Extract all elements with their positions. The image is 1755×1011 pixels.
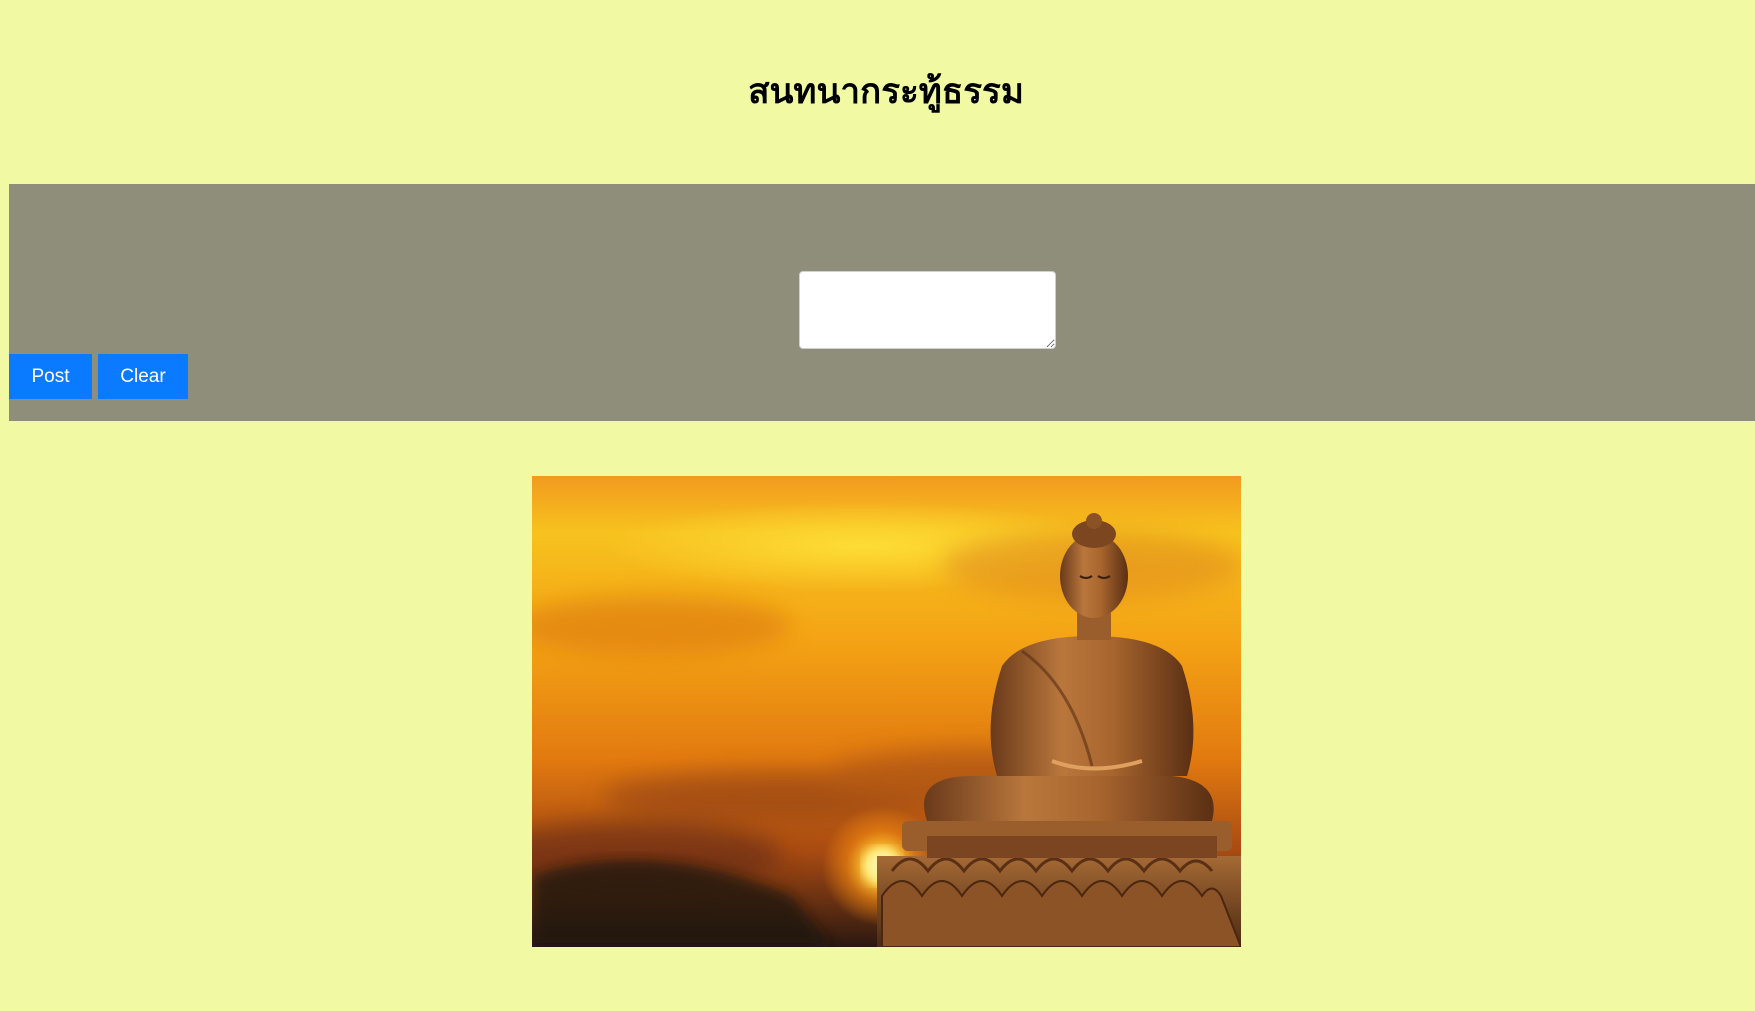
clear-button[interactable]: Clear [98,354,188,399]
post-composer-panel: Post Clear [9,184,1755,421]
message-textarea[interactable] [799,271,1056,349]
page-title: สนทนากระทู้ธรรม [748,72,1024,112]
buddha-statue-image [532,476,1241,947]
post-button[interactable]: Post [9,354,92,399]
